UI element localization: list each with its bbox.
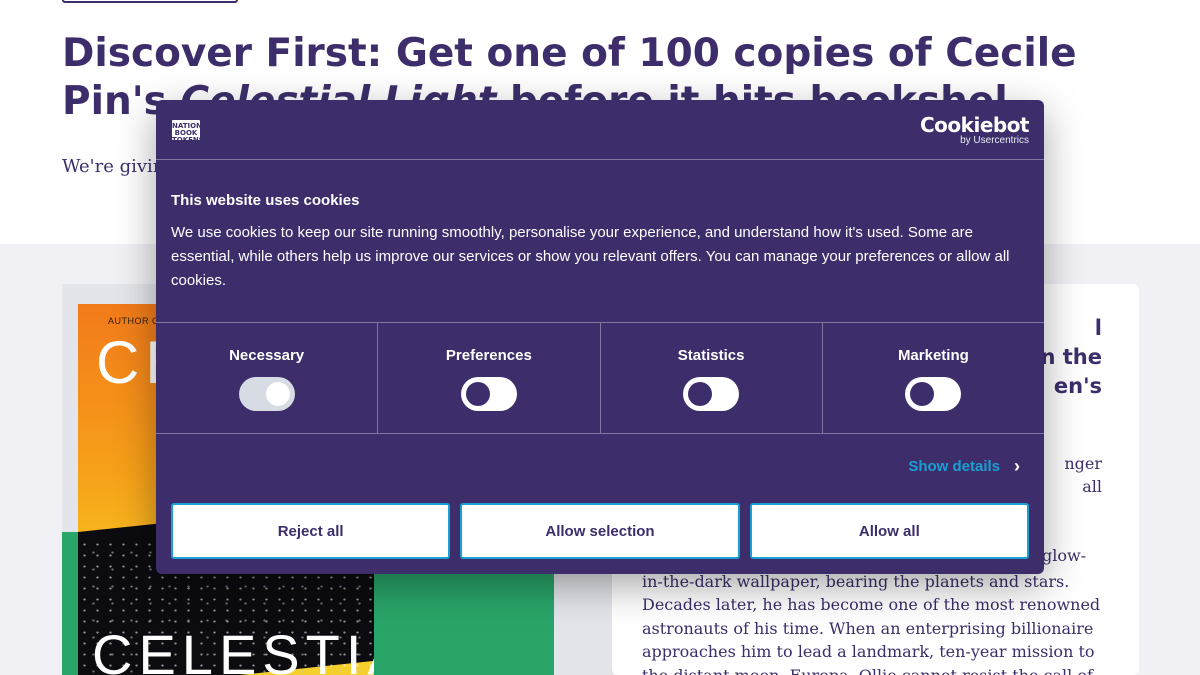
consent-categories: Necessary Preferences Statistics Marketi… — [156, 322, 1044, 434]
cookie-consent-dialog: NATIONAL BOOK TOKENS Cookiebot by Usercent… — [156, 100, 1044, 574]
dialog-header: NATIONAL BOOK TOKENS Cookiebot by Usercent… — [156, 100, 1044, 160]
statistics-toggle[interactable] — [683, 377, 740, 411]
cookiebot-logo: Cookiebot by Usercentrics — [920, 113, 1030, 146]
top-tag-button[interactable] — [62, 0, 238, 3]
cookiebot-name: Cookiebot — [920, 113, 1030, 137]
toggle-knob — [910, 382, 935, 406]
dialog-title: This website uses cookies — [171, 192, 360, 209]
show-details-link[interactable]: Show details › — [908, 456, 1020, 476]
chevron-right-icon: › — [1014, 456, 1020, 476]
intro-text: We're givin — [62, 156, 165, 177]
toggle-knob — [265, 382, 290, 406]
dialog-buttons: Reject all Allow selection Allow all — [171, 503, 1029, 559]
necessary-toggle — [238, 377, 295, 411]
preferences-toggle[interactable] — [460, 377, 517, 411]
consent-marketing: Marketing — [823, 323, 1044, 433]
show-details-label: Show details — [908, 458, 1000, 475]
consent-label-necessary: Necessary — [229, 347, 305, 364]
cover-title: CELESTIAL — [92, 623, 374, 675]
toggle-knob — [688, 382, 713, 406]
consent-label-preferences: Preferences — [445, 347, 532, 364]
toggle-knob — [465, 382, 490, 406]
marketing-toggle[interactable] — [905, 377, 962, 411]
allow-selection-button[interactable]: Allow selection — [460, 503, 740, 559]
reject-all-button[interactable]: Reject all — [171, 503, 451, 559]
consent-necessary: Necessary — [156, 323, 379, 433]
cookiebot-subtitle: by Usercentrics — [960, 135, 1029, 146]
dialog-body-text: We use cookies to keep our site running … — [171, 224, 1010, 289]
consent-preferences: Preferences — [378, 323, 601, 433]
national-book-tokens-logo: NATIONAL BOOK TOKENS — [172, 120, 212, 144]
consent-label-statistics: Statistics — [677, 347, 745, 364]
allow-all-button[interactable]: Allow all — [749, 503, 1029, 559]
consent-label-marketing: Marketing — [897, 347, 969, 364]
consent-statistics: Statistics — [601, 323, 823, 433]
